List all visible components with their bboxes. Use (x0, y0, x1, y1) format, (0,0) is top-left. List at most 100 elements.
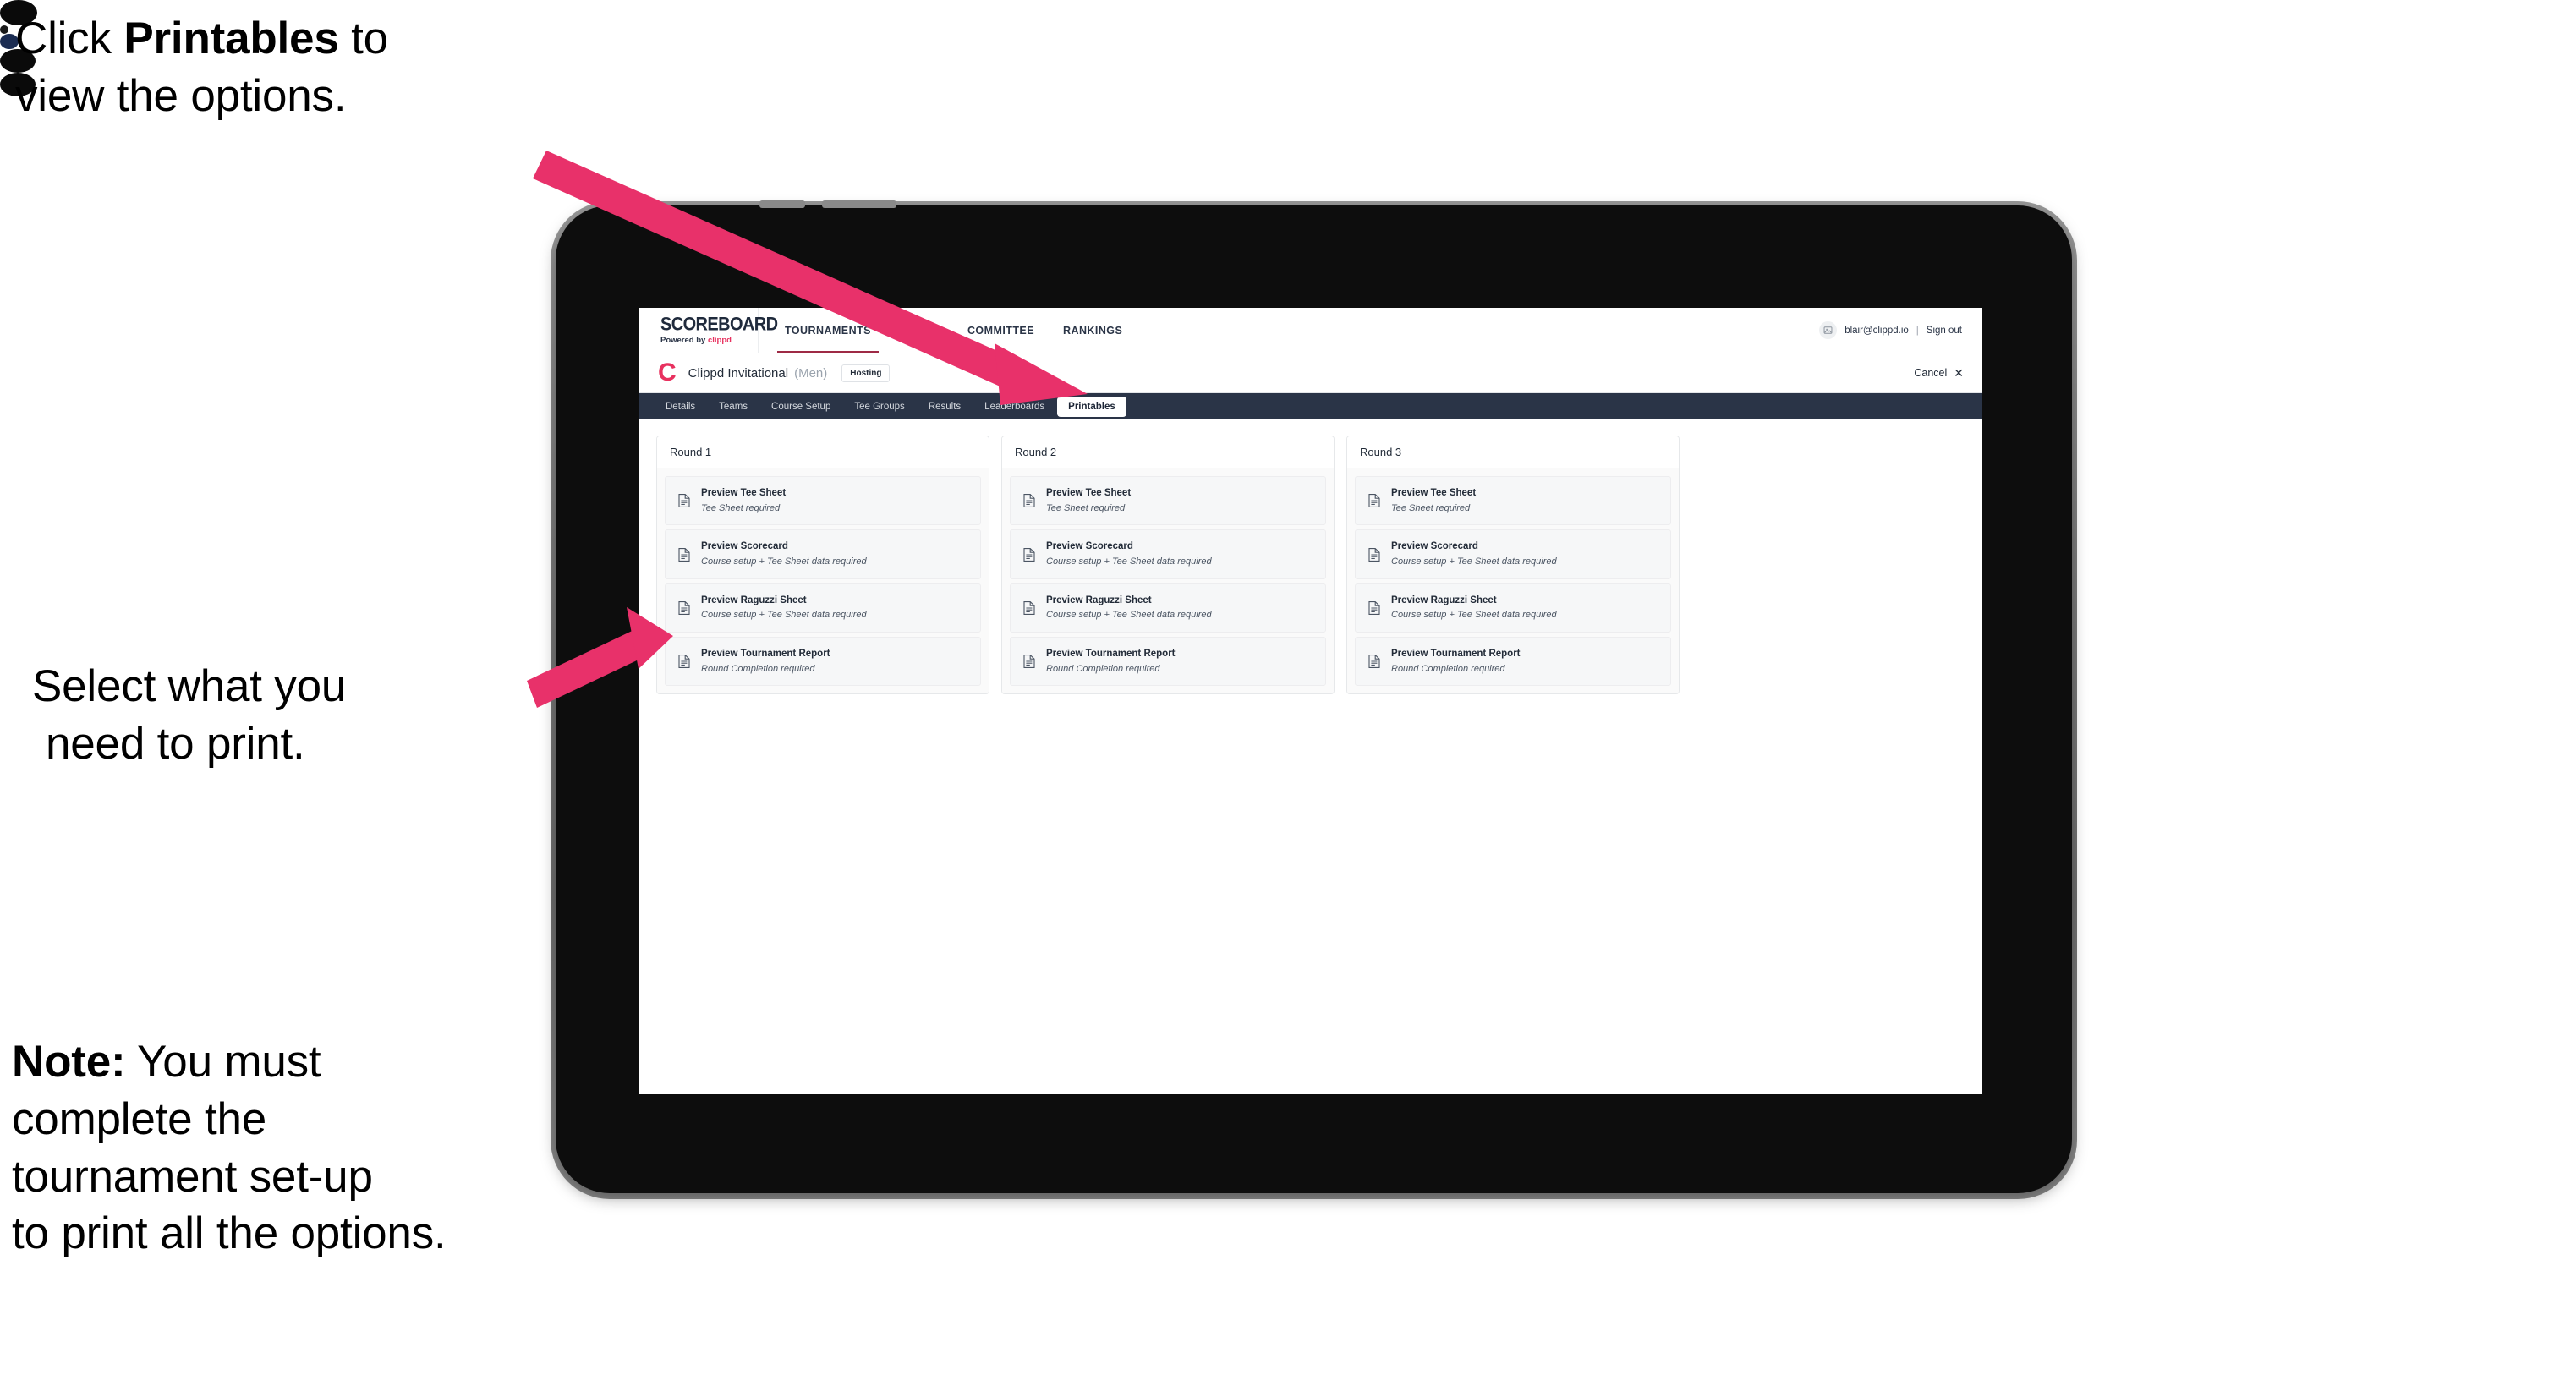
tournament-header: C Clippd Invitational (Men) Hosting Canc… (639, 353, 1982, 393)
tab-printables[interactable]: Printables (1057, 396, 1126, 417)
annotation-text: Select what you (32, 661, 347, 711)
printable-item-tee-sheet[interactable]: Preview Tee Sheet Tee Sheet required (1010, 476, 1326, 526)
tablet-top-button-large (822, 200, 896, 208)
printable-item-title: Preview Tee Sheet (1046, 488, 1132, 498)
logo-wordmark: SCOREBOARD (660, 314, 778, 336)
printable-item-text: Preview Raguzzi Sheet Course setup + Tee… (1046, 594, 1212, 622)
account-email: blair@clippd.io (1844, 325, 1909, 336)
nav-item-teams[interactable]: TEAMS (885, 308, 953, 353)
printable-item-raguzzi-sheet[interactable]: Preview Raguzzi Sheet Course setup + Tee… (1010, 583, 1326, 633)
document-icon (1023, 655, 1035, 669)
document-icon (1023, 600, 1035, 615)
printable-item-tournament-report[interactable]: Preview Tournament Report Round Completi… (665, 637, 981, 687)
printable-item-subtitle: Round Completion required (701, 663, 815, 674)
printable-item-tee-sheet[interactable]: Preview Tee Sheet Tee Sheet required (665, 476, 981, 526)
printable-item-subtitle: Tee Sheet required (701, 502, 781, 513)
annotation-click-printables: Click Printables to view the options. (15, 10, 556, 125)
printable-item-text: Preview Tee Sheet Tee Sheet required (1391, 487, 1476, 514)
logo-tagline: Powered by clippd (660, 337, 758, 345)
printable-item-title: Preview Tournament Report (701, 649, 830, 660)
document-icon (1023, 547, 1035, 562)
printables-content: Round 1 Preview Tee Sheet Tee Sheet requ… (639, 419, 1982, 695)
tab-tee-groups[interactable]: Tee Groups (843, 397, 915, 417)
printable-item-scorecard[interactable]: Preview Scorecard Course setup + Tee She… (665, 529, 981, 579)
printable-item-title: Preview Raguzzi Sheet (1391, 594, 1497, 605)
account-separator: | (1916, 325, 1919, 336)
printable-item-subtitle: Course setup + Tee Sheet data required (1391, 610, 1557, 621)
printable-item-title: Preview Raguzzi Sheet (1046, 594, 1152, 605)
logo-tagline-brand: clippd (707, 335, 732, 345)
tab-leaderboards[interactable]: Leaderboards (973, 397, 1055, 417)
tab-details[interactable]: Details (655, 397, 706, 417)
printable-item-subtitle: Course setup + Tee Sheet data required (701, 610, 867, 621)
printable-item-tee-sheet[interactable]: Preview Tee Sheet Tee Sheet required (1355, 476, 1671, 526)
printable-item-text: Preview Scorecard Course setup + Tee She… (1391, 540, 1557, 567)
printable-item-title: Preview Tournament Report (1391, 649, 1521, 660)
printable-item-raguzzi-sheet[interactable]: Preview Raguzzi Sheet Course setup + Tee… (1355, 583, 1671, 633)
printable-item-tournament-report[interactable]: Preview Tournament Report Round Completi… (1355, 637, 1671, 687)
printable-item-text: Preview Tournament Report Round Completi… (701, 648, 830, 675)
annotation-text: view the options. (15, 70, 347, 121)
printable-item-title: Preview Tee Sheet (1391, 488, 1477, 498)
printable-item-title: Preview Scorecard (1046, 541, 1133, 552)
tab-teams[interactable]: Teams (708, 397, 759, 417)
cancel-label: Cancel (1914, 367, 1948, 379)
document-icon (678, 494, 690, 508)
sign-out-link[interactable]: Sign out (1927, 326, 1962, 336)
printable-item-text: Preview Tee Sheet Tee Sheet required (701, 487, 786, 514)
printable-item-subtitle: Course setup + Tee Sheet data required (1391, 556, 1557, 567)
tournament-name: Clippd Invitational (688, 365, 789, 381)
nav-item-tournaments[interactable]: TOURNAMENTS (770, 308, 885, 353)
round-title: Round 1 (657, 436, 989, 468)
printable-item-text: Preview Tee Sheet Tee Sheet required (1046, 487, 1131, 514)
printable-item-text: Preview Tournament Report Round Completi… (1046, 648, 1176, 675)
round-column: Round 1 Preview Tee Sheet Tee Sheet requ… (656, 436, 989, 695)
round-column: Round 3 Preview Tee Sheet Tee Sheet requ… (1346, 436, 1680, 695)
main-navigation: TOURNAMENTS TEAMS COMMITTEE RANKINGS (770, 308, 1137, 353)
printable-item-text: Preview Scorecard Course setup + Tee She… (1046, 540, 1212, 567)
printable-item-scorecard[interactable]: Preview Scorecard Course setup + Tee She… (1355, 529, 1671, 579)
printable-item-tournament-report[interactable]: Preview Tournament Report Round Completi… (1010, 637, 1326, 687)
document-icon (1368, 547, 1380, 562)
nav-item-committee[interactable]: COMMITTEE (953, 308, 1049, 353)
clippd-logo-icon: C (658, 359, 677, 386)
annotation-text: Click (15, 14, 124, 63)
tab-course-setup[interactable]: Course Setup (760, 397, 841, 417)
tablet-mic-hole (0, 25, 8, 34)
annotation-emphasis: Printables (123, 14, 339, 63)
printable-item-title: Preview Tournament Report (1046, 649, 1176, 660)
cancel-button[interactable]: Cancel ✕ (1914, 367, 1964, 379)
printable-item-subtitle: Tee Sheet required (1046, 502, 1126, 513)
round-title: Round 3 (1347, 436, 1679, 468)
printable-item-subtitle: Round Completion required (1046, 663, 1160, 674)
printable-item-title: Preview Scorecard (1391, 541, 1478, 552)
app-header: SCOREBOARD Powered by clippd TOURNAMENTS… (639, 308, 1982, 353)
printable-item-subtitle: Course setup + Tee Sheet data required (701, 556, 867, 567)
printable-item-text: Preview Scorecard Course setup + Tee She… (701, 540, 867, 567)
round-column: Round 2 Preview Tee Sheet Tee Sheet requ… (1001, 436, 1335, 695)
nav-item-rankings[interactable]: RANKINGS (1049, 308, 1137, 353)
document-icon (1368, 494, 1380, 508)
printable-item-title: Preview Scorecard (701, 541, 788, 552)
account-area: blair@clippd.io | Sign out (1819, 308, 1982, 353)
printable-item-raguzzi-sheet[interactable]: Preview Raguzzi Sheet Course setup + Tee… (665, 583, 981, 633)
printable-item-text: Preview Tournament Report Round Completi… (1391, 648, 1521, 675)
section-tab-bar: Details Teams Course Setup Tee Groups Re… (639, 393, 1982, 419)
round-items: Preview Tee Sheet Tee Sheet required Pre… (1002, 468, 1334, 694)
printable-item-text: Preview Raguzzi Sheet Course setup + Tee… (701, 594, 867, 622)
close-icon: ✕ (1954, 366, 1964, 380)
annotation-emphasis: Note: (12, 1037, 126, 1087)
printable-item-subtitle: Course setup + Tee Sheet data required (1046, 610, 1212, 621)
document-icon (678, 547, 690, 562)
printable-item-scorecard[interactable]: Preview Scorecard Course setup + Tee She… (1010, 529, 1326, 579)
scoreboard-logo[interactable]: SCOREBOARD Powered by clippd (639, 308, 778, 353)
tournament-gender: (Men) (794, 365, 828, 381)
round-items: Preview Tee Sheet Tee Sheet required Pre… (1347, 468, 1679, 694)
tablet-screen: SCOREBOARD Powered by clippd TOURNAMENTS… (639, 308, 1982, 1094)
user-avatar-icon[interactable] (1819, 321, 1838, 339)
printable-item-subtitle: Course setup + Tee Sheet data required (1046, 556, 1212, 567)
printable-item-text: Preview Raguzzi Sheet Course setup + Tee… (1391, 594, 1557, 622)
document-icon (1023, 494, 1035, 508)
document-icon (1368, 655, 1380, 669)
tab-results[interactable]: Results (918, 397, 972, 417)
